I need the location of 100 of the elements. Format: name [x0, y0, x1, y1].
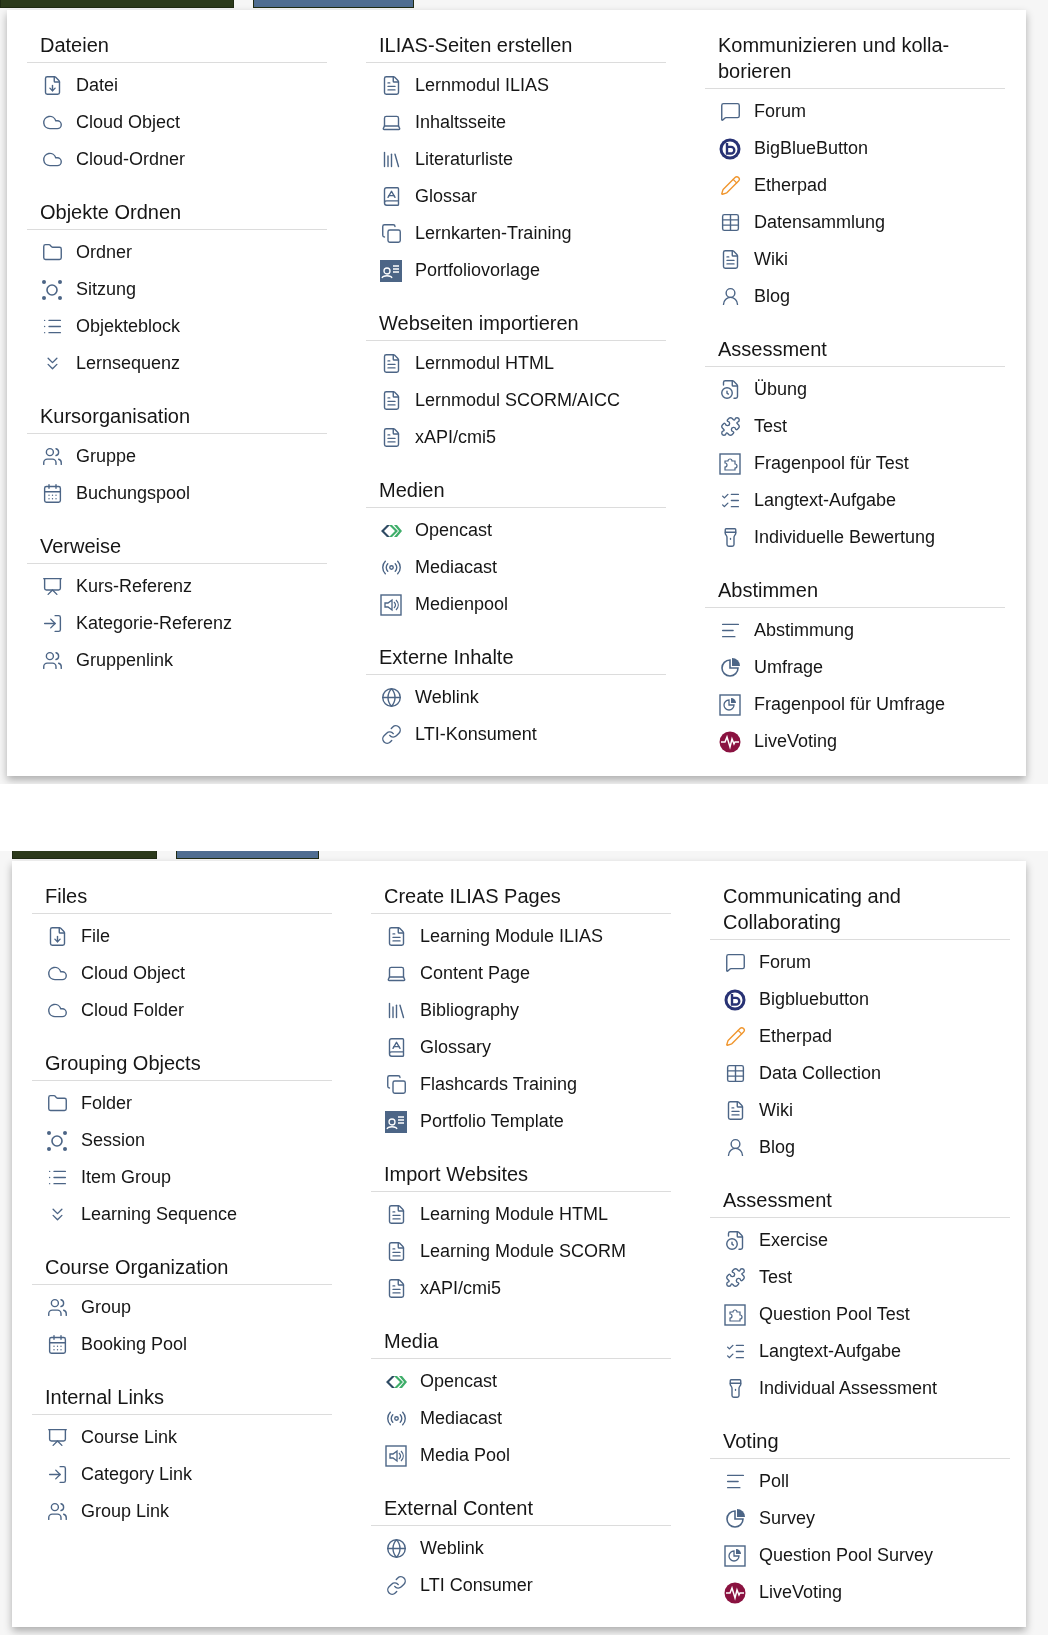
menu-item[interactable]: Mediacast: [366, 549, 666, 586]
tab-button[interactable]: [176, 851, 319, 859]
menu-item[interactable]: Literaturliste: [366, 141, 666, 178]
pulse-logo-icon: [724, 1581, 746, 1604]
menu-item[interactable]: BigBlueButton: [705, 130, 1005, 167]
menu-item[interactable]: Etherpad: [705, 167, 1005, 204]
menu-item[interactable]: Flashcards Training: [371, 1066, 671, 1103]
menu-item[interactable]: Glossary: [371, 1029, 671, 1066]
menu-item[interactable]: Lernkarten-Training: [366, 215, 666, 252]
menu-item[interactable]: Test: [710, 1259, 1010, 1296]
menu-item[interactable]: Lernmodul ILIAS: [366, 67, 666, 104]
menu-item[interactable]: LiveVoting: [710, 1574, 1010, 1611]
menu-item[interactable]: Blog: [705, 278, 1005, 315]
menu-item[interactable]: Folder: [32, 1085, 332, 1122]
menu-item[interactable]: Forum: [710, 944, 1010, 981]
menu-item[interactable]: Individual Assessment: [710, 1370, 1010, 1407]
menu-item[interactable]: Langtext-Aufgabe: [710, 1333, 1010, 1370]
menu-item[interactable]: Sitzung: [27, 271, 327, 308]
menu-item[interactable]: Course Link: [32, 1419, 332, 1456]
menu-item[interactable]: Exercise: [710, 1222, 1010, 1259]
menu-item[interactable]: LTI Consumer: [371, 1567, 671, 1604]
menu-item[interactable]: Cloud Object: [27, 104, 327, 141]
menu-item[interactable]: Fragenpool für Umfrage: [705, 686, 1005, 723]
menu-item[interactable]: Wiki: [710, 1092, 1010, 1129]
menu-item[interactable]: Datensammlung: [705, 204, 1005, 241]
menu-item[interactable]: Portfolio Template: [371, 1103, 671, 1140]
section-heading: Media: [371, 1328, 671, 1359]
menu-item[interactable]: Learning Sequence: [32, 1196, 332, 1233]
menu-item[interactable]: Bibliography: [371, 992, 671, 1029]
menu-item[interactable]: Bigbluebutton: [710, 981, 1010, 1018]
menu-item[interactable]: Kurs-Referenz: [27, 568, 327, 605]
menu-item[interactable]: Media Pool: [371, 1437, 671, 1474]
portfolio-icon: [380, 259, 402, 282]
menu-item[interactable]: LiveVoting: [705, 723, 1005, 760]
section-heading: Assessment: [710, 1187, 1010, 1218]
menu-item[interactable]: Lernsequenz: [27, 345, 327, 382]
menu-item[interactable]: Gruppe: [27, 438, 327, 475]
menu-item[interactable]: Weblink: [371, 1530, 671, 1567]
menu-item[interactable]: Kategorie-Referenz: [27, 605, 327, 642]
menu-item[interactable]: Question Pool Survey: [710, 1537, 1010, 1574]
menu-item[interactable]: Cloud Object: [32, 955, 332, 992]
menu-item[interactable]: Objekteblock: [27, 308, 327, 345]
menu-item[interactable]: Learning Module SCORM: [371, 1233, 671, 1270]
folder-icon: [41, 242, 63, 263]
menu-item[interactable]: Poll: [710, 1463, 1010, 1500]
tab-button[interactable]: [253, 0, 414, 8]
menu-item[interactable]: xAPI/cmi5: [371, 1270, 671, 1307]
menu-item[interactable]: Forum: [705, 93, 1005, 130]
menu-item[interactable]: Abstimmung: [705, 612, 1005, 649]
menu-item[interactable]: Content Page: [371, 955, 671, 992]
menu-item[interactable]: Wiki: [705, 241, 1005, 278]
b-logo-icon: [724, 988, 746, 1011]
session-icon: [46, 1129, 68, 1152]
menu-item[interactable]: Learning Module HTML: [371, 1196, 671, 1233]
menu-item[interactable]: Blog: [710, 1129, 1010, 1166]
menu-item[interactable]: Cloud Folder: [32, 992, 332, 1029]
menu-item[interactable]: Cloud-Ordner: [27, 141, 327, 178]
menu-item[interactable]: Survey: [710, 1500, 1010, 1537]
menu-item[interactable]: Datei: [27, 67, 327, 104]
menu-item[interactable]: File: [32, 918, 332, 955]
menu-item[interactable]: Learning Module ILIAS: [371, 918, 671, 955]
menu-item[interactable]: Test: [705, 408, 1005, 445]
menu-item[interactable]: Buchungspool: [27, 475, 327, 512]
menu-item[interactable]: Question Pool Test: [710, 1296, 1010, 1333]
menu-item[interactable]: Glossar: [366, 178, 666, 215]
menu-item[interactable]: Item Group: [32, 1159, 332, 1196]
menu-item[interactable]: Übung: [705, 371, 1005, 408]
pulse-logo-icon: [719, 730, 741, 753]
menu-item[interactable]: xAPI/cmi5: [366, 419, 666, 456]
menu-item[interactable]: Portfoliovorlage: [366, 252, 666, 289]
menu-item[interactable]: Group: [32, 1289, 332, 1326]
table-icon: [724, 1063, 746, 1084]
menu-item[interactable]: LTI-Konsument: [366, 716, 666, 753]
document-clock-icon: [719, 379, 741, 400]
menu-item[interactable]: Fragenpool für Test: [705, 445, 1005, 482]
menu-item[interactable]: Category Link: [32, 1456, 332, 1493]
menu-item[interactable]: Langtext-Aufgabe: [705, 482, 1005, 519]
calendar-icon: [46, 1334, 68, 1355]
menu-item[interactable]: Booking Pool: [32, 1326, 332, 1363]
menu-item[interactable]: Ordner: [27, 234, 327, 271]
menu-item[interactable]: Mediacast: [371, 1400, 671, 1437]
section-heading: Communicating and Collaborating: [710, 883, 1010, 940]
menu-item[interactable]: Inhaltsseite: [366, 104, 666, 141]
menu-item[interactable]: Opencast: [371, 1363, 671, 1400]
menu-item[interactable]: Individuelle Bewertung: [705, 519, 1005, 556]
boxed-pie-chart-icon: [724, 1544, 746, 1567]
menu-item[interactable]: Weblink: [366, 679, 666, 716]
portfolio-icon: [385, 1110, 407, 1133]
menu-item[interactable]: Umfrage: [705, 649, 1005, 686]
menu-item[interactable]: Opencast: [366, 512, 666, 549]
group-icon: [46, 1297, 68, 1318]
menu-item[interactable]: Data Collection: [710, 1055, 1010, 1092]
menu-item[interactable]: Group Link: [32, 1493, 332, 1530]
menu-item[interactable]: Medienpool: [366, 586, 666, 623]
menu-item[interactable]: Lernmodul SCORM/AICC: [366, 382, 666, 419]
menu-item[interactable]: Session: [32, 1122, 332, 1159]
menu-item[interactable]: Etherpad: [710, 1018, 1010, 1055]
pencil-icon: [724, 1026, 746, 1047]
menu-item[interactable]: Gruppenlink: [27, 642, 327, 679]
menu-item[interactable]: Lernmodul HTML: [366, 345, 666, 382]
